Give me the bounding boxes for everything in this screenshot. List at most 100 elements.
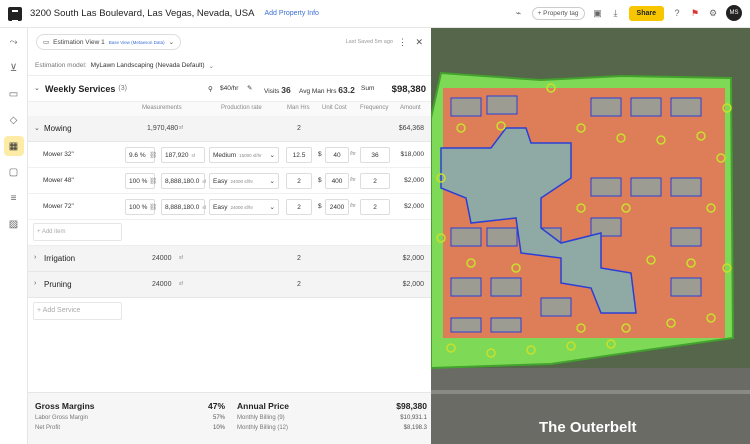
left-sidebar: ⤳ ⊻ ▭ ◇ ▦ ▢ ≡ ▨	[0, 28, 28, 444]
last-saved: Last Saved 5m ago	[345, 39, 393, 45]
table-row: Mower 72" 100 % ⛓ 8,888,180.0 sf Easy 2400…	[28, 194, 431, 220]
notification-icon[interactable]: ⚑	[690, 8, 700, 18]
unit-cost-input[interactable]: 2400	[325, 199, 349, 215]
chevron-down-icon[interactable]: ⌄	[34, 124, 40, 132]
item-amount: $2,000	[404, 203, 424, 210]
download-icon[interactable]: ⤓	[611, 8, 621, 18]
chevron-down-icon: ⌄	[269, 204, 275, 211]
monthly-billing-9-label: Monthly Billing (9)	[237, 415, 285, 421]
estimation-model-select[interactable]: MyLawn Landscaping (Nevada Default)	[91, 62, 205, 69]
layers-icon[interactable]: ◇	[4, 110, 24, 130]
production-rate-select[interactable]: Easy 24000 sf/hr ⌄	[209, 173, 279, 189]
currency-symbol: $	[318, 177, 322, 184]
currency-symbol: $	[318, 151, 322, 158]
link-icon[interactable]: ⛓	[149, 203, 157, 211]
service-measurement: 24000	[152, 255, 172, 262]
help-icon[interactable]: ?	[672, 8, 682, 18]
frequency-input[interactable]: 36	[360, 147, 390, 163]
chevron-down-icon[interactable]: ⌄	[209, 62, 214, 70]
production-rate-select[interactable]: Medium 15000 sf/hr ⌄	[209, 147, 279, 163]
service-row-mowing[interactable]: ⌄ Mowing 1,970,480 sf 2 $64,368	[28, 116, 431, 142]
unit-cost-input[interactable]: 400	[325, 173, 349, 189]
avg-man-hrs-value: 63.2	[338, 85, 355, 95]
folder-icon[interactable]: ▭	[4, 84, 24, 104]
link-icon[interactable]: ⛓	[149, 151, 157, 159]
weekly-services-title: Weekly Services	[45, 83, 116, 94]
property-map[interactable]: The Outerbelt	[431, 28, 750, 444]
close-icon[interactable]: ✕	[415, 37, 423, 48]
app-logo-icon[interactable]	[8, 6, 22, 22]
view-selector[interactable]: ▭ Estimation View 1 Base View (Metaeson …	[36, 34, 182, 50]
man-hrs-input[interactable]: 12.5	[286, 147, 312, 163]
service-name: Mowing	[44, 124, 72, 133]
chat-icon[interactable]: ▢	[4, 162, 24, 182]
item-amount: $2,000	[404, 177, 424, 184]
workflow-icon[interactable]: ⤳	[4, 32, 24, 52]
calculator-icon[interactable]: ▦	[3, 136, 24, 156]
property-tag-button[interactable]: + Property tag	[531, 6, 585, 20]
measurement-input[interactable]: 8,888,180.0 sf	[161, 199, 206, 215]
rate-value: 15000 sf/hr	[239, 152, 262, 158]
unit-label: sf	[202, 204, 206, 210]
add-property-info-link[interactable]: Add Property Info	[264, 10, 318, 17]
service-unit: sf	[179, 255, 183, 261]
add-service-input[interactable]: + Add Service	[33, 302, 122, 320]
link-icon[interactable]: ⛓	[149, 177, 157, 185]
col-man-hrs: Man Hrs	[287, 105, 310, 111]
production-rate-select[interactable]: Easy 24000 sf/hr ⌄	[209, 199, 279, 215]
chevron-down-icon: ⌄	[168, 39, 175, 46]
man-hrs-value: 12.5	[292, 151, 306, 159]
unit-cost-value: 40	[333, 151, 341, 159]
currency-symbol: $	[318, 203, 322, 210]
weekly-services-header[interactable]: ⌄ Weekly Services (3) ⚲ $40/hr ✎ Visits …	[28, 76, 431, 102]
service-row-irrigation[interactable]: › Irrigation 24000 sf 2 $2,000	[28, 246, 431, 272]
frequency-value: 2	[373, 177, 377, 185]
measurement-input[interactable]: 8,888,180.0 sf	[161, 173, 206, 189]
man-hrs-input[interactable]: 2	[286, 173, 312, 189]
property-address: 3200 South Las Boulevard, Las Vegas, Nev…	[30, 8, 255, 19]
percent-value: 100	[129, 177, 140, 185]
estimation-panel: ▭ Estimation View 1 Base View (Metaeson …	[28, 28, 431, 444]
share-button[interactable]: Share	[628, 5, 664, 21]
settings-icon[interactable]: ⚙	[708, 8, 718, 18]
service-unit: sf	[179, 125, 183, 131]
cost-unit: /hr	[350, 177, 356, 183]
service-man-hrs: 2	[297, 281, 301, 288]
document-icon[interactable]: ≡	[4, 188, 24, 208]
sum-label: Sum	[361, 85, 375, 92]
pricing-footer: Gross Margins 47% Labor Gross Margin 57% …	[28, 392, 431, 444]
hourly-rate: $40/hr	[220, 85, 239, 92]
frequency-input[interactable]: 2	[360, 173, 390, 189]
man-hrs-input[interactable]: 2	[286, 199, 312, 215]
frequency-input[interactable]: 2	[360, 199, 390, 215]
image-gallery-icon[interactable]: ▨	[4, 214, 24, 234]
visits-label: Visits	[264, 88, 280, 95]
rate-label: Easy	[213, 203, 228, 211]
chevron-right-icon[interactable]: ›	[34, 254, 36, 261]
gross-margins-label: Gross Margins	[35, 401, 95, 411]
add-item-row: + Add item	[28, 220, 431, 246]
rate-value: 24000 sf/hr	[230, 178, 253, 184]
chevron-right-icon[interactable]: ›	[34, 280, 36, 287]
add-item-input[interactable]: + Add item	[33, 223, 122, 241]
map-canvas[interactable]: The Outerbelt	[431, 28, 750, 444]
unit-label: sf	[191, 152, 196, 158]
measurement-input[interactable]: 187,920 sf	[161, 147, 205, 163]
image-icon[interactable]: ▣	[593, 8, 603, 18]
avatar[interactable]: MS	[726, 5, 742, 21]
measurement-value: 8,888,180.0	[165, 203, 200, 211]
unit-cost-value: 2400	[329, 203, 345, 211]
service-row-pruning[interactable]: › Pruning 24000 sf 2 $2,000	[28, 272, 431, 298]
net-profit-label: Net Profit	[35, 425, 61, 431]
tag-icon[interactable]: ⌁	[514, 8, 524, 18]
more-menu-icon[interactable]: ⋮	[398, 37, 407, 48]
chevron-down-icon[interactable]: ⌄	[34, 84, 40, 92]
view-icon: ▭	[43, 39, 50, 46]
cost-unit: /hr	[350, 151, 356, 157]
frequency-value: 36	[371, 151, 379, 159]
service-amount: $2,000	[402, 255, 424, 262]
man-hrs-value: 2	[297, 177, 301, 185]
cart-icon[interactable]: ⊻	[4, 58, 24, 78]
unit-cost-input[interactable]: 40	[325, 147, 349, 163]
edit-icon[interactable]: ✎	[247, 84, 252, 92]
